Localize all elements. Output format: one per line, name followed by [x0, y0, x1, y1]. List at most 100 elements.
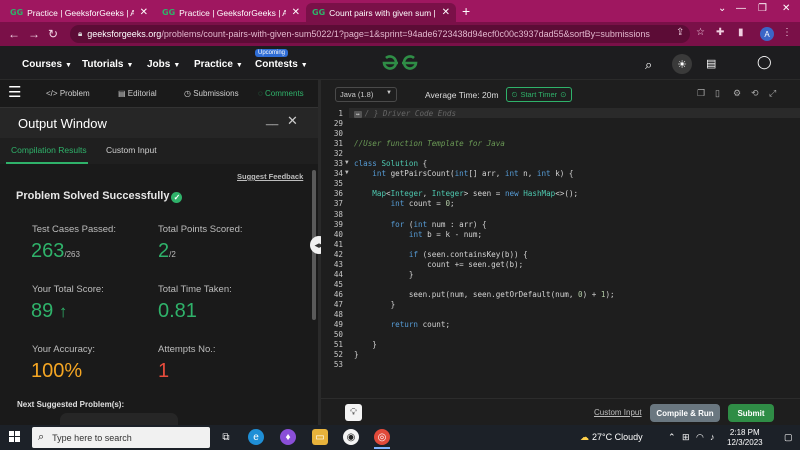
nav-contests[interactable]: Contests ▼ — [255, 59, 308, 70]
average-time: Average Time: 20m — [425, 90, 499, 100]
weather-widget[interactable]: ☁ 27°C Cloudy — [580, 432, 643, 443]
line-number: 38 — [333, 209, 343, 219]
line-number: 40 — [333, 229, 343, 239]
time-taken-label: Total Time Taken: — [158, 284, 232, 295]
tab-problem[interactable]: </> Problem — [46, 89, 90, 98]
share-icon[interactable]: ⇪ — [676, 27, 684, 38]
compile-run-button[interactable]: Compile & Run — [650, 404, 720, 422]
nav-practice[interactable]: Practice ▼ — [194, 59, 243, 70]
url-input[interactable]: 🔒︎ geeksforgeeks.org/problems/count-pair… — [70, 25, 690, 43]
lock-icon: 🔒︎ — [78, 29, 83, 38]
code-editor[interactable]: 1 29 30 31 32 33 ▼ 34 ▼ 35 36 37 38 39 40 41 42 43 44 45 46 4… — [321, 108, 800, 398]
tab-title: Practice | GeeksforGeeks | A com — [27, 7, 134, 18]
minimize-icon[interactable]: __ — [266, 114, 278, 126]
code-line: count += seen.get(b); — [354, 259, 524, 269]
total-score-value: 89 ↑ — [31, 300, 67, 323]
reload-icon[interactable]: ↻ — [48, 27, 58, 41]
back-arrow-icon[interactable]: ← — [8, 27, 20, 41]
user-profile-icon[interactable]: ◯ — [757, 54, 772, 70]
search-icon[interactable]: ⌕ — [645, 57, 652, 73]
browser-tab[interactable]: GG Practice | GeeksforGeeks | A com ✕ — [156, 3, 306, 22]
nav-label: Contests — [255, 59, 298, 70]
tab-custom-input[interactable]: Custom Input — [106, 145, 157, 155]
points-value: 2/2 — [158, 240, 176, 263]
taskbar-clock[interactable]: 2:18 PM 12/3/2023 — [727, 428, 763, 448]
fullscreen-icon[interactable]: ⤢ — [769, 88, 776, 99]
language-select[interactable]: Java (1.8) ▼ — [335, 87, 397, 102]
play-icon: ⊙ — [560, 90, 567, 99]
tray-chevron-up-icon[interactable]: ⌃ — [668, 432, 676, 443]
browser-tab-active[interactable]: GG Count pairs with given sum | Pra ✕ — [306, 3, 456, 22]
suggest-feedback-link[interactable]: Suggest Feedback — [237, 172, 303, 181]
chevron-down-icon: ▼ — [386, 90, 392, 96]
chevron-down-icon: ▼ — [65, 62, 72, 69]
tab-submissions[interactable]: ◷ Submissions — [184, 89, 239, 98]
reset-icon[interactable]: ⟲ — [751, 88, 759, 99]
menu-dots-icon[interactable]: ⋮ — [782, 27, 792, 38]
task-view-icon[interactable]: ⧉ — [218, 429, 234, 445]
bookmark-star-icon[interactable]: ☆ — [696, 27, 705, 38]
start-timer-button[interactable]: ⏲ Start Timer ⊙ — [506, 87, 572, 102]
line-number: 43 — [333, 259, 343, 269]
tab-editorial[interactable]: ▤ Editorial — [118, 89, 157, 98]
left-panel: ☰ </> Problem ▤ Editorial ◷ Submissions … — [0, 80, 318, 427]
wifi-icon[interactable]: ◠ — [696, 432, 704, 443]
clock-time: 2:18 PM — [729, 428, 760, 437]
fold-chevron-icon[interactable]: ▼ — [345, 159, 349, 166]
app-icon[interactable]: ♦ — [280, 429, 296, 445]
close-window-icon[interactable]: ✕ — [782, 3, 790, 14]
close-tab-icon[interactable]: ✕ — [286, 7, 300, 18]
close-icon[interactable]: ✕ — [287, 113, 298, 129]
tab-comments[interactable]: ◌ Comments — [258, 89, 304, 98]
theme-toggle-sun-icon[interactable]: ☀ — [672, 54, 692, 74]
line-number: 37 — [333, 199, 343, 209]
app-icon[interactable]: ◉ — [343, 429, 359, 445]
hamburger-menu-icon[interactable]: ☰ — [8, 83, 21, 101]
code-line: if (seen.containsKey(b)) { — [408, 249, 528, 259]
nav-jobs[interactable]: Jobs ▼ — [147, 59, 180, 70]
gfg-favicon-icon: GG — [312, 8, 326, 17]
minimize-icon[interactable]: — — [736, 3, 746, 14]
speaker-icon[interactable]: ♪ — [710, 432, 715, 442]
gfg-logo[interactable] — [380, 54, 420, 72]
line-number: 48 — [333, 310, 343, 319]
close-tab-icon[interactable]: ✕ — [134, 7, 148, 18]
notes-icon[interactable]: ▤ — [706, 57, 716, 70]
taskbar-search-input[interactable]: ⌕ Type here to search — [32, 427, 210, 448]
sidebar-icon[interactable]: ▮ — [738, 27, 744, 38]
chevron-down-icon[interactable]: ⌄ — [718, 3, 726, 14]
windows-start-icon[interactable] — [9, 431, 21, 443]
extensions-puzzle-icon[interactable]: ✚ — [716, 27, 724, 38]
forward-arrow-icon[interactable]: → — [28, 27, 40, 41]
close-tab-icon[interactable]: ✕ — [436, 7, 450, 18]
file-icon[interactable]: ▯ — [715, 88, 720, 99]
code-icon: </> — [46, 89, 58, 98]
language-value: Java (1.8) — [340, 90, 374, 99]
nav-courses[interactable]: Courses ▼ — [22, 59, 72, 70]
copy-icon[interactable]: ❐ — [697, 88, 705, 99]
nav-tutorials[interactable]: Tutorials ▼ — [82, 59, 133, 70]
browser-tab[interactable]: GG Practice | GeeksforGeeks | A com ✕ — [4, 3, 154, 22]
edge-browser-icon[interactable]: e — [248, 429, 264, 445]
file-explorer-icon[interactable]: ▭ — [312, 429, 328, 445]
custom-input-button[interactable]: Custom Input — [594, 408, 642, 417]
restore-icon[interactable]: ❐ — [758, 3, 767, 14]
line-number: 52 — [333, 350, 343, 360]
notification-icon[interactable]: ▢ — [784, 432, 793, 443]
tab-label: Submissions — [193, 89, 239, 98]
line-gutter: 1 29 30 31 32 33 ▼ 34 ▼ 35 36 37 38 39 40 41 42 43 44 45 46 4… — [321, 108, 349, 398]
address-bar-row: ← → ↻ 🔒︎ geeksforgeeks.org/problems/coun… — [0, 22, 800, 46]
check-circle-icon: ✓ — [171, 192, 183, 203]
tab-compilation-results[interactable]: Compilation Results — [11, 145, 87, 155]
submit-button[interactable]: Submit — [728, 404, 774, 422]
lightbulb-icon[interactable]: 💡︎ — [345, 404, 362, 421]
points-label: Total Points Scored: — [158, 224, 243, 235]
profile-avatar[interactable]: A — [760, 27, 774, 41]
new-tab-icon[interactable]: + — [462, 3, 470, 19]
fold-chevron-icon[interactable]: ▼ — [345, 169, 349, 176]
chrome-browser-icon[interactable]: ◎ — [374, 429, 390, 445]
tab-label: Editorial — [127, 89, 157, 98]
settings-icon[interactable]: ⚙ — [733, 88, 741, 99]
network-icon[interactable]: ⊞ — [682, 432, 690, 443]
line-number: 45 — [333, 279, 343, 289]
